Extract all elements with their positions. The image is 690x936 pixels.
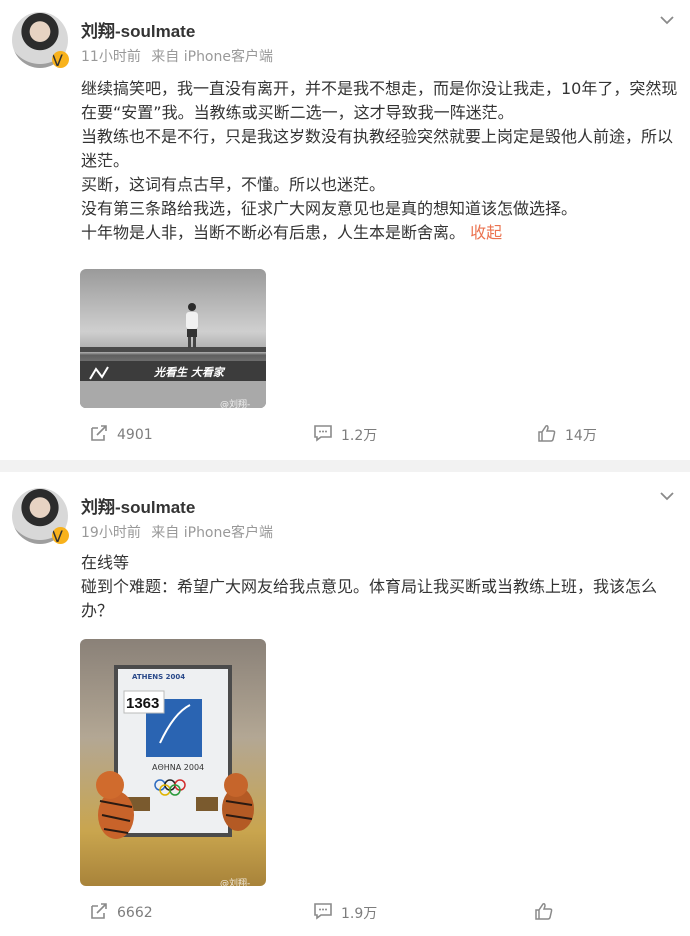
text-paragraph: 在线等 bbox=[81, 553, 130, 572]
text-paragraph: 碰到个难题：希望广大网友给我点意见。体育局让我买断或当教练上班，我该怎么办？ bbox=[81, 577, 658, 620]
chevron-down-icon[interactable] bbox=[660, 489, 674, 503]
frame-bottom-text: ΑΘΗΝΑ 2004 bbox=[152, 763, 205, 772]
repost-button[interactable]: 6662 bbox=[89, 902, 153, 924]
repost-count: 6662 bbox=[117, 905, 153, 921]
frame-top-text: ATHENS 2004 bbox=[132, 673, 186, 681]
bib-number: 1363 bbox=[126, 695, 160, 712]
verified-badge-icon: V bbox=[52, 527, 69, 544]
post-time[interactable]: 19小时前 bbox=[81, 525, 141, 541]
post-text: 在线等 碰到个难题：希望广大网友给我点意见。体育局让我买断或当教练上班，我该怎么… bbox=[81, 551, 679, 623]
comment-button[interactable]: 1.9万 bbox=[313, 902, 377, 924]
post-source: 来自 iPhone客户端 bbox=[151, 525, 273, 541]
comment-count: 1.9万 bbox=[341, 906, 378, 922]
weibo-post: V 刘翔-soulmate 19小时前 来自 iPhone客户端 在线等 碰到个… bbox=[0, 0, 690, 922]
action-bar: 6662 1.9万 bbox=[0, 902, 690, 932]
like-icon bbox=[534, 902, 562, 924]
like-button[interactable] bbox=[534, 902, 562, 924]
photo-watermark: @刘翔-soulmate bbox=[220, 879, 251, 886]
post-meta: 19小时前 来自 iPhone客户端 bbox=[81, 522, 279, 542]
author-name[interactable]: 刘翔-soulmate bbox=[81, 493, 195, 518]
repost-icon bbox=[89, 902, 117, 924]
comment-icon bbox=[313, 902, 341, 924]
post-photo[interactable]: ATHENS 2004 1363 ΑΘΗΝΑ 2004 @刘翔-soulmate bbox=[80, 639, 266, 886]
